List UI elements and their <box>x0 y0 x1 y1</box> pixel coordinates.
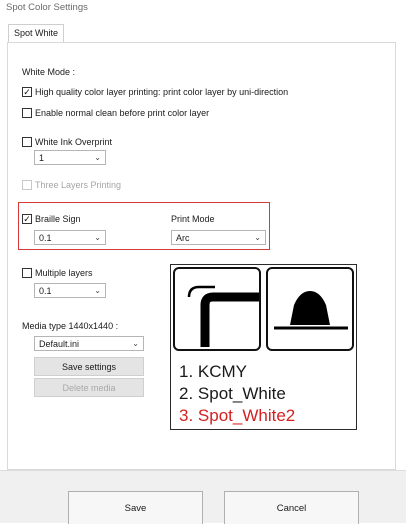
enable-clean-check-box[interactable] <box>22 108 32 118</box>
multiple-layers-value: 0.1 <box>39 285 52 296</box>
high-quality-checkbox[interactable]: High quality color layer printing: print… <box>22 87 288 97</box>
high-quality-check-box[interactable] <box>22 87 32 97</box>
white-ink-overprint-check-box[interactable] <box>22 137 32 147</box>
dome-mode-illustration <box>266 267 354 351</box>
white-mode-label: White Mode : <box>22 67 76 77</box>
white-ink-overprint-value: 1 <box>39 152 45 163</box>
arc-mode-illustration <box>173 267 261 351</box>
legend-item-spot-white: 2. Spot_White <box>179 384 286 403</box>
enable-clean-label: Enable normal clean before print color l… <box>35 108 210 118</box>
white-ink-overprint-label: White Ink Overprint <box>35 137 113 147</box>
legend-item-kcmy: 1. KCMY <box>179 362 248 381</box>
window-title: Spot Color Settings <box>6 2 88 13</box>
three-layers-check-box[interactable] <box>22 180 32 190</box>
multiple-layers-label: Multiple layers <box>35 268 93 278</box>
white-ink-overprint-checkbox[interactable]: White Ink Overprint <box>22 137 112 147</box>
enable-clean-checkbox[interactable]: Enable normal clean before print color l… <box>22 108 209 118</box>
arc-shape-icon <box>187 285 259 347</box>
cancel-button[interactable]: Cancel <box>224 491 359 524</box>
three-layers-checkbox[interactable]: Three Layers Printing <box>22 180 121 190</box>
white-ink-overprint-select[interactable]: 1 ⌄ <box>34 150 106 165</box>
three-layers-label: Three Layers Printing <box>35 180 122 190</box>
save-settings-button[interactable]: Save settings <box>34 357 144 376</box>
dome-shape-icon <box>274 291 348 330</box>
high-quality-label: High quality color layer printing: print… <box>35 87 289 97</box>
multiple-layers-check-box[interactable] <box>22 268 32 278</box>
delete-media-button[interactable]: Delete media <box>34 378 144 397</box>
tab-spot-white[interactable]: Spot White <box>8 24 65 42</box>
chevron-down-icon: ⌄ <box>132 339 139 348</box>
media-type-label: Media type 1440x1440 : <box>22 321 119 331</box>
layer-illustration: 1. KCMY 2. Spot_White 3. Spot_White2 <box>170 264 357 430</box>
legend-item-spot-white2: 3. Spot_White2 <box>179 406 296 425</box>
save-button[interactable]: Save <box>68 491 203 524</box>
multiple-layers-select[interactable]: 0.1 ⌄ <box>34 283 106 298</box>
chevron-down-icon: ⌄ <box>94 286 101 295</box>
braille-highlight-frame <box>18 202 270 250</box>
media-type-select[interactable]: Default.ini ⌄ <box>34 336 144 351</box>
footer-bar: Save Cancel <box>0 470 406 524</box>
media-type-value: Default.ini <box>39 338 80 349</box>
chevron-down-icon: ⌄ <box>94 153 101 162</box>
multiple-layers-checkbox[interactable]: Multiple layers <box>22 268 93 278</box>
